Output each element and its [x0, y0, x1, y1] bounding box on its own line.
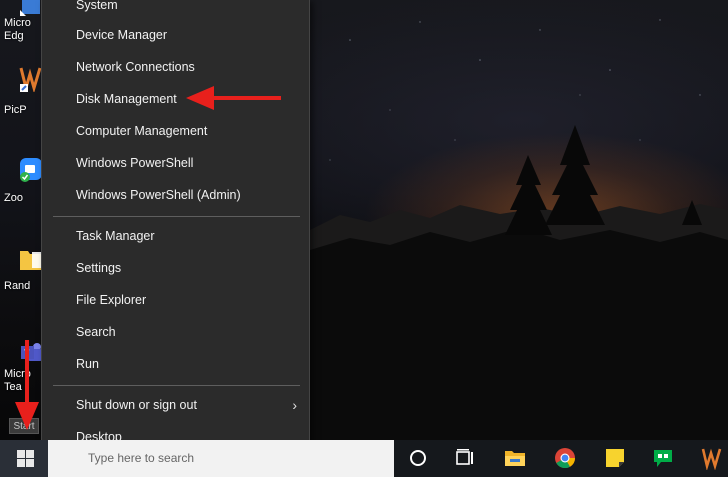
annotation-overlay — [15, 86, 281, 430]
red-arrow-icon — [186, 86, 281, 110]
red-arrow-icon — [15, 340, 39, 430]
